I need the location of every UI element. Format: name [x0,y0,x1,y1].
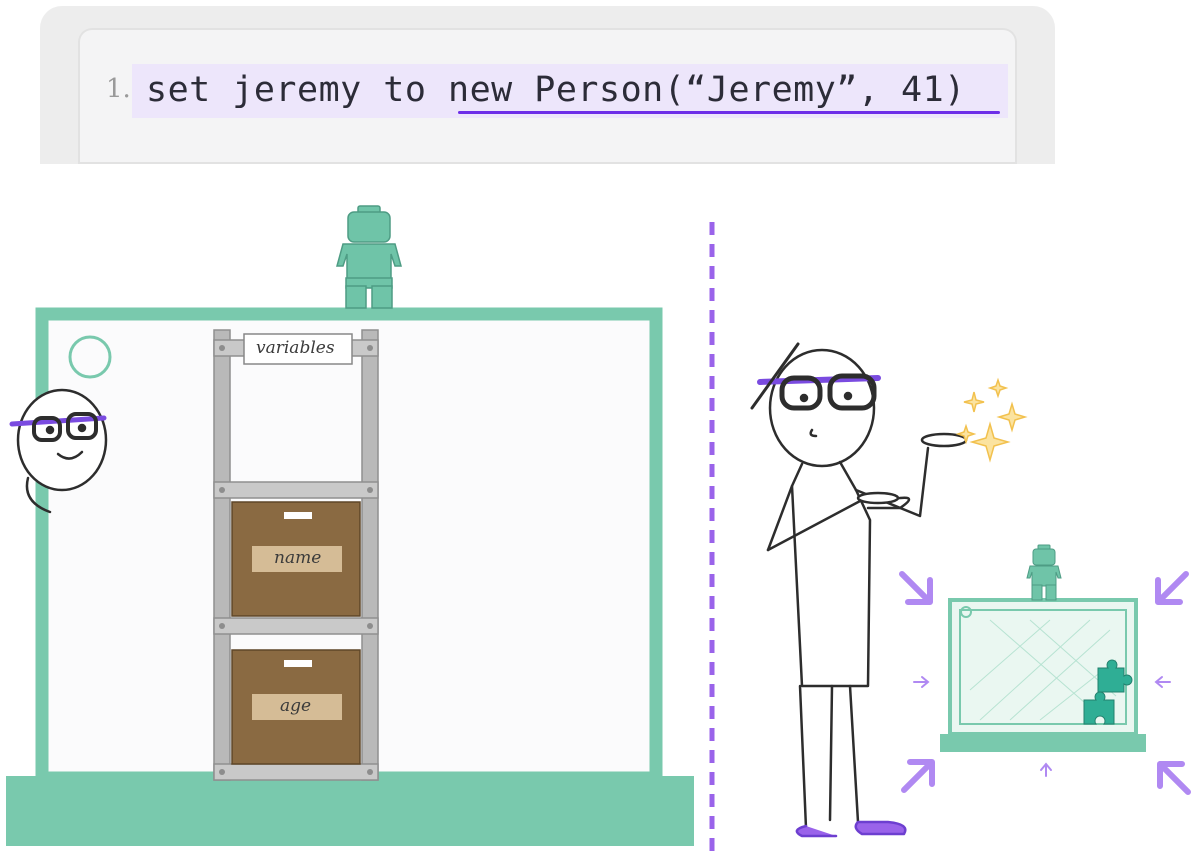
sparkle-icon [955,377,1028,463]
building-base [6,776,694,846]
lego-figurine-icon [336,205,402,309]
shelf-label-text: variables [256,338,335,358]
lego-figurine-icon [1026,544,1062,601]
box-label-age: age [280,696,312,716]
illustration [6,205,1191,852]
box-label-name: name [274,548,322,568]
